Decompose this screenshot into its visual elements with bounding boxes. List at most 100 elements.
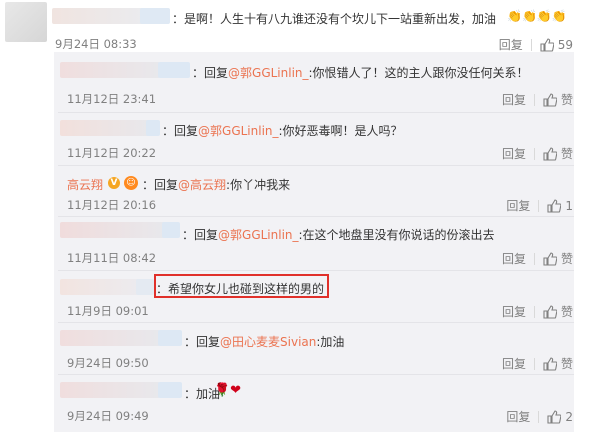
thumb-up-icon — [543, 146, 557, 161]
avatar-redacted[interactable] — [60, 120, 150, 136]
reply-button[interactable]: 回复 — [506, 197, 530, 214]
reply-actions: 回复 2 — [506, 408, 573, 425]
member-badge-icon: ☺ — [124, 176, 138, 190]
verified-v-icon: V — [108, 177, 120, 189]
like-count: 2 — [565, 409, 573, 424]
thumb-up-icon — [540, 37, 554, 52]
action-divider — [533, 252, 535, 265]
reply-date: 11月9日 09:01 — [67, 304, 149, 318]
mention-link[interactable]: @高云翔 — [178, 178, 226, 192]
mention-link[interactable]: @郭GGLinlin_ — [228, 66, 309, 80]
reply-text: ：希望你女儿也碰到这样的男的 — [156, 280, 324, 297]
reply-date: 9月24日 09:50 — [67, 356, 149, 370]
avatar-redacted[interactable] — [60, 382, 160, 398]
username-redacted-tail — [158, 382, 182, 398]
reply-text: ：回复@郭GGLinlin_:你恨错人了！这的主人跟你没任何关系！ — [192, 64, 529, 81]
reply-actions: 回复 赞 — [502, 355, 573, 372]
reply-actions: 回复 赞 — [502, 91, 573, 108]
reply-prefix: ：回复 — [142, 178, 179, 192]
thumb-up-icon — [547, 198, 562, 213]
like-button[interactable]: 2 — [547, 410, 573, 424]
divider — [58, 112, 574, 113]
divider — [58, 270, 574, 271]
reply-button[interactable]: 回复 — [502, 145, 526, 162]
reply-prefix: ：回复 — [182, 228, 219, 242]
mention-link[interactable]: @郭GGLinlin_ — [218, 228, 299, 242]
like-button[interactable]: 赞 — [543, 145, 573, 162]
thumb-up-icon — [543, 92, 557, 107]
reply-date: 9月24日 09:49 — [67, 409, 149, 423]
divider — [58, 216, 574, 217]
avatar-redacted[interactable] — [60, 279, 140, 295]
reply-actions: 回复 赞 — [502, 145, 573, 162]
reply-prefix: ： — [156, 282, 169, 296]
reply-actions: 回复 1 — [506, 197, 573, 214]
thumb-up-icon — [543, 251, 557, 266]
like-button[interactable]: 59 — [540, 38, 573, 52]
like-label: 赞 — [560, 252, 573, 266]
username-redacted-tail — [136, 279, 154, 295]
reply-button[interactable]: 回复 — [502, 355, 526, 372]
reply-button[interactable]: 回复 — [499, 36, 523, 53]
reply-text: ：回复@郭GGLinlin_:你好恶毒啊！是人吗？ — [162, 122, 403, 139]
reply-prefix: ：回复 — [162, 124, 199, 138]
reply-text: ：回复@高云翔:你丫冲我来 — [142, 176, 290, 193]
avatar[interactable] — [5, 2, 47, 42]
like-button[interactable]: 赞 — [543, 303, 573, 320]
mention-link[interactable]: @田心麦麦Sivian — [220, 335, 316, 349]
username-redacted-tail — [162, 222, 180, 238]
comment-actions: 回复 59 — [499, 36, 573, 53]
like-button[interactable]: 1 — [547, 199, 573, 213]
comment-text: ：是啊！人生十有八九谁还没有个坎儿下一站重新出发，加油 — [172, 12, 497, 26]
username-redacted-tail — [140, 8, 170, 24]
reply-body: :在这个地盘里没有你说话的份滚出去 — [298, 228, 495, 242]
like-label: 赞 — [560, 305, 573, 319]
username-redacted-tail — [158, 62, 190, 78]
username-redacted-tail — [146, 120, 160, 136]
username-link[interactable]: 高云翔 — [67, 176, 103, 193]
reply-actions: 回复 赞 — [502, 303, 573, 320]
like-button[interactable]: 赞 — [543, 355, 573, 372]
reply-date: 11月12日 20:22 — [67, 146, 157, 160]
reply-button[interactable]: 回复 — [502, 91, 526, 108]
reply-body: :你好恶毒啊！是人吗？ — [278, 124, 403, 138]
username-redacted-tail — [158, 330, 182, 346]
avatar-redacted[interactable] — [60, 330, 160, 346]
action-divider — [533, 93, 535, 106]
rose-heart-emoji: 🌹❤ — [214, 383, 242, 398]
like-button[interactable]: 赞 — [543, 250, 573, 267]
divider — [58, 322, 574, 323]
divider — [58, 165, 574, 166]
like-count: 59 — [557, 37, 573, 52]
action-divider — [530, 38, 532, 51]
thumb-up-icon — [543, 356, 557, 371]
like-label: 赞 — [560, 357, 573, 371]
like-button[interactable]: 赞 — [543, 91, 573, 108]
reply-date: 11月12日 20:16 — [67, 198, 157, 212]
reply-button[interactable]: 回复 — [502, 250, 526, 267]
avatar-redacted[interactable] — [60, 222, 165, 238]
reply-button[interactable]: 回复 — [506, 408, 530, 425]
action-divider — [533, 357, 535, 370]
clap-emoji: 👏👏👏👏 — [507, 9, 567, 23]
divider — [58, 374, 574, 375]
reply-prefix: ：回复 — [184, 335, 221, 349]
action-divider — [533, 147, 535, 160]
thumb-up-icon — [543, 304, 557, 319]
reply-body: :加油 — [316, 335, 345, 349]
reply-body: 希望你女儿也碰到这样的男的 — [168, 282, 325, 296]
like-label: 赞 — [560, 147, 573, 161]
action-divider — [538, 199, 540, 212]
avatar-redacted[interactable] — [60, 62, 160, 78]
reply-date: 11月12日 23:41 — [67, 92, 157, 106]
reply-prefix: ：回复 — [192, 66, 229, 80]
action-divider — [533, 305, 535, 318]
reply-body: :你恨错人了！这的主人跟你没任何关系！ — [308, 66, 529, 80]
reply-text: ：回复@田心麦麦Sivian:加油 — [184, 333, 344, 350]
reply-body: :你丫冲我来 — [226, 178, 291, 192]
reply-button[interactable]: 回复 — [502, 303, 526, 320]
mention-link[interactable]: @郭GGLinlin_ — [198, 124, 279, 138]
reply-text: ：回复@郭GGLinlin_:在这个地盘里没有你说话的份滚出去 — [182, 226, 495, 243]
reply-date: 11月11日 08:42 — [67, 251, 157, 265]
thumb-up-icon — [547, 409, 562, 424]
